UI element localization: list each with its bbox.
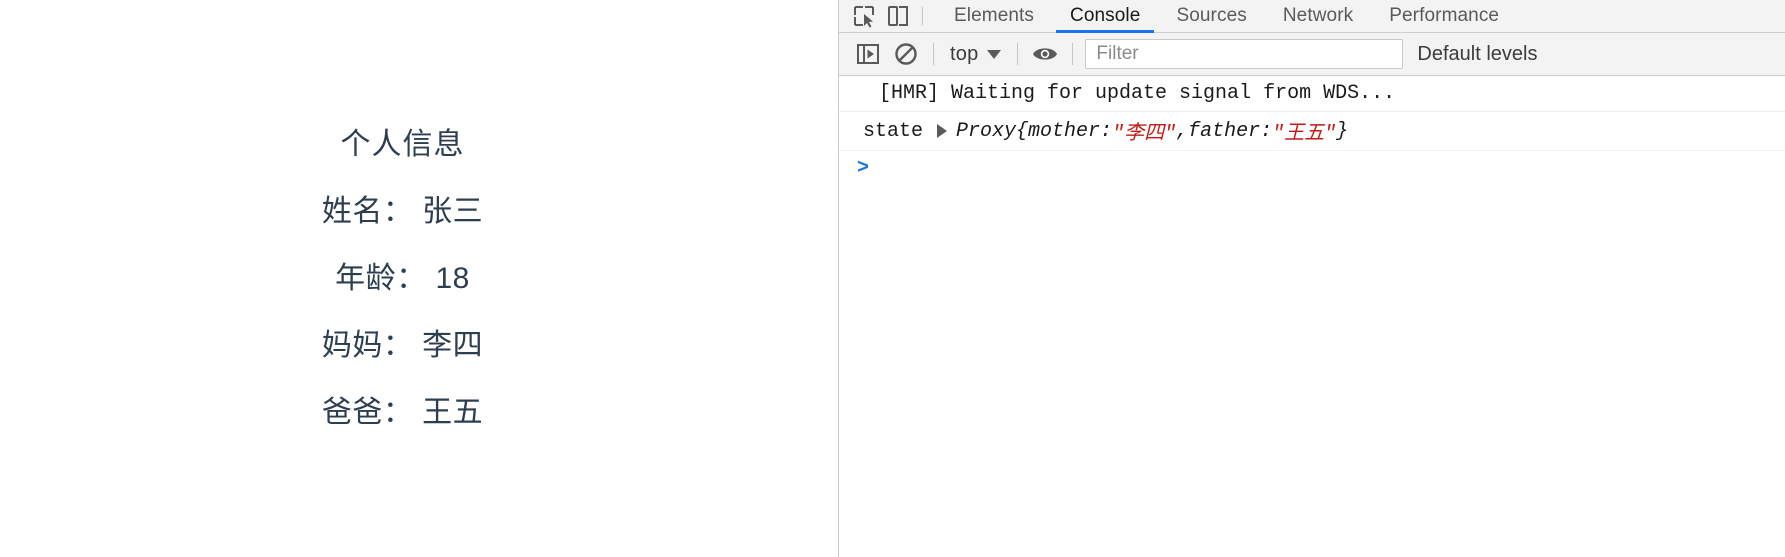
inspect-element-icon[interactable] <box>847 2 881 30</box>
filter-input[interactable] <box>1096 43 1393 65</box>
console-prompt-row[interactable]: > <box>839 151 1785 187</box>
log-levels-select[interactable]: Default levels <box>1417 39 1537 69</box>
page-title: 个人信息 <box>340 128 465 161</box>
devtools-panel: Elements Console Sources Network Perform… <box>838 0 1785 557</box>
object-prop-key-father: father: <box>1188 119 1273 143</box>
execution-context-select[interactable]: top <box>942 39 1009 69</box>
object-prop-value-father: "王五" <box>1272 123 1337 146</box>
info-row-name: 姓名： 张三 <box>321 195 484 228</box>
object-brace-close: } <box>1336 119 1349 143</box>
log-label: state <box>863 119 924 143</box>
object-prop-separator: , <box>1176 119 1189 143</box>
filter-input-wrapper[interactable] <box>1085 39 1404 69</box>
console-message-object[interactable]: state Proxy { mother: "李四" , father: "王五… <box>839 112 1785 151</box>
devtools-tabbar: Elements Console Sources Network Perform… <box>839 0 1785 33</box>
console-sidebar-icon[interactable] <box>849 38 887 70</box>
personal-info-card: 个人信息 姓名： 张三 年龄： 18 妈妈： 李四 爸爸： 王五 <box>0 130 805 428</box>
tab-sources[interactable]: Sources <box>1158 0 1264 33</box>
object-prop-key-mother: mother: <box>1028 119 1113 143</box>
clear-console-icon[interactable] <box>887 38 925 70</box>
tab-console[interactable]: Console <box>1052 0 1158 33</box>
execution-context-label: top <box>950 42 979 65</box>
live-expression-icon[interactable] <box>1026 38 1064 70</box>
devtools-tab-list: Elements Console Sources Network Perform… <box>936 0 1517 33</box>
tab-performance[interactable]: Performance <box>1371 0 1517 33</box>
toolbar-divider <box>1072 43 1074 65</box>
console-message-log[interactable]: [HMR] Waiting for update signal from WDS… <box>839 76 1785 112</box>
info-row-mother: 妈妈： 李四 <box>321 329 484 362</box>
object-prop-value-mother: "李四" <box>1112 123 1177 146</box>
toolbar-divider <box>1017 43 1019 65</box>
object-type-name: Proxy <box>956 119 1017 143</box>
console-toolbar: top Default levels <box>839 33 1785 76</box>
device-toolbar-icon[interactable] <box>881 2 915 30</box>
expand-triangle-icon[interactable] <box>937 124 948 138</box>
toolbar-divider <box>922 7 923 25</box>
tab-network[interactable]: Network <box>1265 0 1371 33</box>
object-brace-open: { <box>1016 119 1029 143</box>
prompt-caret-icon: > <box>857 157 870 180</box>
web-page-pane: 个人信息 姓名： 张三 年龄： 18 妈妈： 李四 爸爸： 王五 <box>0 0 838 557</box>
info-row-father: 爸爸： 王五 <box>321 396 484 429</box>
console-output[interactable]: [HMR] Waiting for update signal from WDS… <box>839 76 1785 557</box>
console-message-text: [HMR] Waiting for update signal from WDS… <box>879 82 1396 105</box>
log-levels-label: Default levels <box>1417 42 1538 65</box>
chevron-down-icon <box>987 49 1002 59</box>
tab-elements[interactable]: Elements <box>936 0 1052 33</box>
info-row-age: 年龄： 18 <box>335 262 470 295</box>
screen: 个人信息 姓名： 张三 年龄： 18 妈妈： 李四 爸爸： 王五 Element… <box>0 0 1785 557</box>
toolbar-divider <box>933 43 934 65</box>
